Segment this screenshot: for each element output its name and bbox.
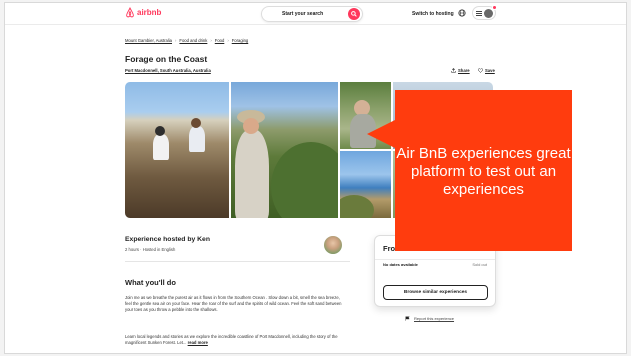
breadcrumb-food[interactable]: Food — [215, 38, 225, 43]
report-label: Report this experience — [414, 316, 455, 321]
what-youll-do-heading: What you'll do — [125, 278, 176, 287]
globe-icon[interactable] — [458, 9, 466, 17]
top-navigation: airbnb Start your search Switch to hosti… — [5, 3, 626, 25]
breadcrumb-food-and-drink[interactable]: Food and drink — [179, 38, 207, 43]
person-figure — [189, 126, 205, 152]
head-figure — [243, 118, 259, 134]
menu-icon — [476, 11, 482, 16]
share-label: Share — [458, 68, 470, 73]
host-avatar[interactable] — [324, 236, 342, 254]
breadcrumb-separator: › — [175, 38, 177, 43]
person-figure — [235, 130, 269, 218]
notification-badge — [492, 5, 497, 10]
head-figure — [155, 126, 165, 136]
page-title: Forage on the Coast — [125, 54, 208, 64]
callout-text: Air BnB experiences great platform to te… — [396, 145, 571, 198]
airbnb-logo-icon — [126, 7, 134, 18]
breadcrumb-foraging[interactable]: Foraging — [232, 38, 249, 43]
avatar — [484, 9, 493, 18]
person-figure — [153, 134, 169, 160]
read-more-link[interactable]: read more — [188, 340, 208, 345]
annotation-callout: Air BnB experiences great platform to te… — [367, 90, 572, 251]
host-heading: Experience hosted by Ken — [125, 236, 210, 243]
share-button[interactable]: Share — [451, 68, 470, 73]
sold-out-label: Sold out — [472, 262, 487, 267]
search-button[interactable] — [348, 8, 360, 20]
airbnb-logo[interactable]: airbnb — [125, 7, 161, 18]
description-paragraph: Join me as we breathe the purest air as … — [125, 295, 342, 312]
save-label: Save — [485, 68, 495, 73]
experience-meta: 2 hours · Hosted in English — [125, 247, 176, 252]
heart-icon — [478, 68, 483, 73]
user-menu-button[interactable] — [472, 5, 497, 20]
photo-host-foraging[interactable] — [231, 82, 338, 218]
photo-beach-foragers[interactable] — [125, 82, 229, 218]
description-paragraph: Learn local legends and stories as we ex… — [125, 334, 347, 346]
browse-similar-button[interactable]: Browse similar experiences — [383, 285, 488, 300]
search-icon — [351, 11, 357, 17]
location-link[interactable]: Port Macdonnell, South Australia, Austra… — [125, 68, 211, 73]
breadcrumb-separator: › — [227, 38, 229, 43]
description-text: Learn local legends and stories as we ex… — [125, 334, 338, 345]
report-link[interactable]: Report this experience — [405, 316, 454, 321]
shrub-shape — [271, 142, 338, 218]
flag-icon — [405, 316, 410, 321]
share-icon — [451, 68, 456, 73]
breadcrumb-mount-gambier[interactable]: Mount Gambier, Australia — [125, 38, 172, 43]
search-placeholder: Start your search — [282, 11, 324, 17]
breadcrumb-separator: › — [210, 38, 212, 43]
booking-divider — [375, 259, 495, 260]
search-bar[interactable]: Start your search — [261, 6, 363, 22]
switch-to-hosting-link[interactable]: Switch to hosting — [412, 11, 454, 17]
logo-text: airbnb — [137, 8, 162, 17]
no-dates-label: No dates available — [383, 262, 418, 267]
head-figure — [191, 118, 201, 128]
section-divider — [125, 261, 350, 262]
save-button[interactable]: Save — [478, 68, 495, 73]
breadcrumb: Mount Gambier, Australia › Food and drin… — [125, 38, 248, 43]
